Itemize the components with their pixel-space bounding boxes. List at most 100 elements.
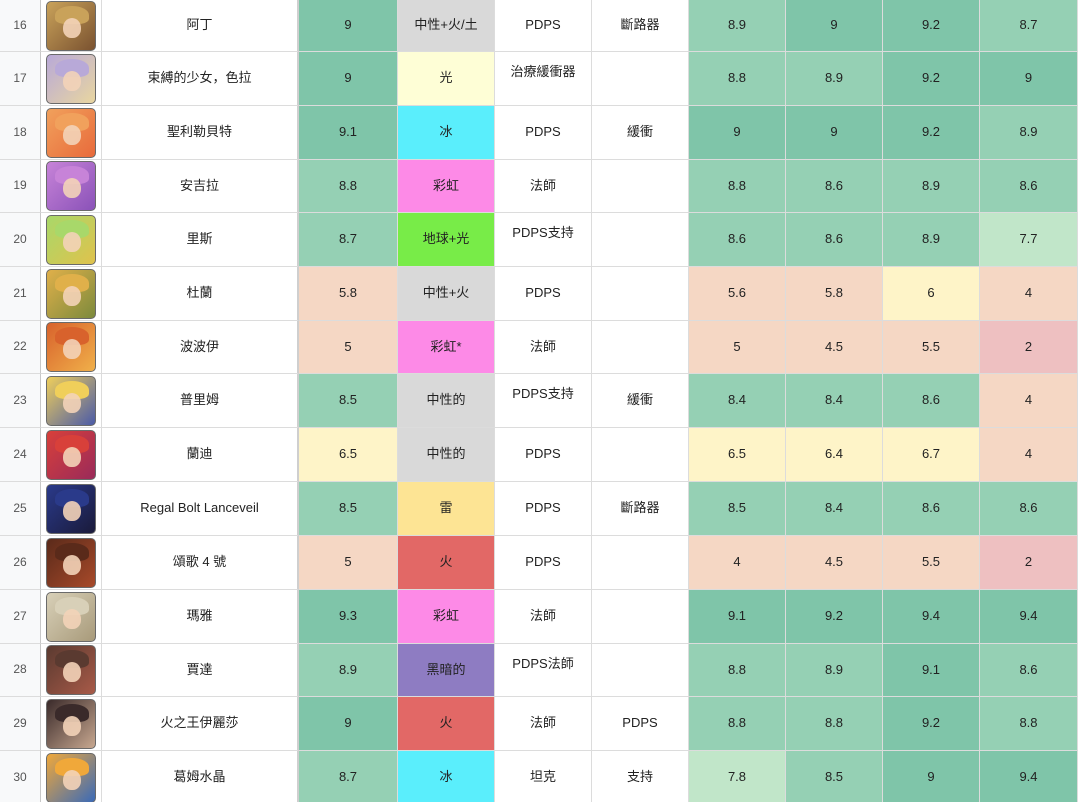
character-name-cell[interactable]: 束縛的少女，色拉 — [102, 52, 299, 106]
character-name-cell[interactable]: 瑪雅 — [102, 590, 299, 644]
score-cell-4[interactable]: 8.6 — [980, 160, 1078, 213]
score-cell-2[interactable]: 9 — [786, 0, 883, 52]
score-cell-1[interactable]: 9.1 — [689, 590, 786, 644]
score-cell-3[interactable]: 9 — [883, 751, 980, 802]
element-cell[interactable]: 火 — [398, 697, 495, 751]
role-cell[interactable]: PDPS — [495, 267, 592, 321]
score-cell-2[interactable]: 9 — [786, 106, 883, 160]
subrole-cell[interactable] — [592, 160, 689, 213]
score-cell-3[interactable]: 9.2 — [883, 0, 980, 52]
subrole-cell[interactable]: PDPS — [592, 697, 689, 751]
element-cell[interactable]: 光 — [398, 52, 495, 106]
element-cell[interactable]: 地球+光 — [398, 213, 495, 267]
overall-score-cell[interactable]: 9 — [299, 52, 398, 106]
role-cell[interactable]: PDPS支持 — [495, 213, 592, 267]
character-name-cell[interactable]: 頌歌 4 號 — [102, 536, 299, 590]
element-cell[interactable]: 中性+火 — [398, 267, 495, 321]
overall-score-cell[interactable]: 6.5 — [299, 428, 398, 482]
overall-score-cell[interactable]: 9 — [299, 0, 398, 52]
score-cell-2[interactable]: 9.2 — [786, 590, 883, 644]
score-cell-2[interactable]: 8.9 — [786, 52, 883, 106]
subrole-cell[interactable]: 支持 — [592, 751, 689, 802]
score-cell-1[interactable]: 8.8 — [689, 160, 786, 213]
score-cell-1[interactable]: 4 — [689, 536, 786, 590]
score-cell-1[interactable]: 8.6 — [689, 213, 786, 267]
score-cell-3[interactable]: 8.9 — [883, 213, 980, 267]
subrole-cell[interactable] — [592, 213, 689, 267]
subrole-cell[interactable] — [592, 590, 689, 644]
role-cell[interactable]: PDPS — [495, 536, 592, 590]
score-cell-4[interactable]: 8.8 — [980, 697, 1078, 751]
score-cell-1[interactable]: 5 — [689, 321, 786, 374]
overall-score-cell[interactable]: 8.5 — [299, 482, 398, 536]
score-cell-2[interactable]: 8.4 — [786, 482, 883, 536]
score-cell-4[interactable]: 4 — [980, 428, 1078, 482]
score-cell-3[interactable]: 8.9 — [883, 160, 980, 213]
overall-score-cell[interactable]: 9.1 — [299, 106, 398, 160]
role-cell[interactable]: PDPS支持 — [495, 374, 592, 428]
score-cell-3[interactable]: 6 — [883, 267, 980, 321]
score-cell-3[interactable]: 8.6 — [883, 374, 980, 428]
score-cell-2[interactable]: 6.4 — [786, 428, 883, 482]
subrole-cell[interactable] — [592, 428, 689, 482]
score-cell-3[interactable]: 9.2 — [883, 697, 980, 751]
overall-score-cell[interactable]: 8.5 — [299, 374, 398, 428]
subrole-cell[interactable]: 緩衝 — [592, 374, 689, 428]
score-cell-1[interactable]: 8.9 — [689, 0, 786, 52]
character-name-cell[interactable]: 里斯 — [102, 213, 299, 267]
score-cell-1[interactable]: 6.5 — [689, 428, 786, 482]
subrole-cell[interactable] — [592, 52, 689, 106]
overall-score-cell[interactable]: 8.7 — [299, 751, 398, 802]
subrole-cell[interactable]: 斷路器 — [592, 482, 689, 536]
element-cell[interactable]: 中性的 — [398, 428, 495, 482]
overall-score-cell[interactable]: 8.8 — [299, 160, 398, 213]
role-cell[interactable]: 法師 — [495, 590, 592, 644]
element-cell[interactable]: 中性+火/土 — [398, 0, 495, 52]
overall-score-cell[interactable]: 5 — [299, 321, 398, 374]
score-cell-3[interactable]: 5.5 — [883, 536, 980, 590]
score-cell-1[interactable]: 8.4 — [689, 374, 786, 428]
score-cell-3[interactable]: 9.2 — [883, 106, 980, 160]
character-name-cell[interactable]: 阿丁 — [102, 0, 299, 52]
score-cell-2[interactable]: 4.5 — [786, 536, 883, 590]
score-cell-2[interactable]: 8.9 — [786, 644, 883, 697]
element-cell[interactable]: 彩虹* — [398, 321, 495, 374]
score-cell-4[interactable]: 8.7 — [980, 0, 1078, 52]
role-cell[interactable]: 治療緩衝器 — [495, 52, 592, 106]
score-cell-2[interactable]: 8.8 — [786, 697, 883, 751]
subrole-cell[interactable] — [592, 267, 689, 321]
role-cell[interactable]: 坦克 — [495, 751, 592, 802]
subrole-cell[interactable] — [592, 644, 689, 697]
score-cell-4[interactable]: 4 — [980, 374, 1078, 428]
score-cell-2[interactable]: 8.5 — [786, 751, 883, 802]
score-cell-4[interactable]: 8.6 — [980, 644, 1078, 697]
element-cell[interactable]: 火 — [398, 536, 495, 590]
character-name-cell[interactable]: Regal Bolt Lanceveil — [102, 482, 299, 536]
subrole-cell[interactable] — [592, 536, 689, 590]
overall-score-cell[interactable]: 8.7 — [299, 213, 398, 267]
score-cell-1[interactable]: 8.5 — [689, 482, 786, 536]
element-cell[interactable]: 彩虹 — [398, 590, 495, 644]
character-name-cell[interactable]: 安吉拉 — [102, 160, 299, 213]
element-cell[interactable]: 彩虹 — [398, 160, 495, 213]
role-cell[interactable]: 法師 — [495, 697, 592, 751]
overall-score-cell[interactable]: 5.8 — [299, 267, 398, 321]
overall-score-cell[interactable]: 8.9 — [299, 644, 398, 697]
score-cell-1[interactable]: 8.8 — [689, 52, 786, 106]
score-cell-4[interactable]: 2 — [980, 321, 1078, 374]
element-cell[interactable]: 黑暗的 — [398, 644, 495, 697]
role-cell[interactable]: 法師 — [495, 321, 592, 374]
score-cell-3[interactable]: 9.1 — [883, 644, 980, 697]
overall-score-cell[interactable]: 9.3 — [299, 590, 398, 644]
character-name-cell[interactable]: 火之王伊麗莎 — [102, 697, 299, 751]
element-cell[interactable]: 冰 — [398, 751, 495, 802]
score-cell-2[interactable]: 8.4 — [786, 374, 883, 428]
score-cell-4[interactable]: 9 — [980, 52, 1078, 106]
score-cell-2[interactable]: 4.5 — [786, 321, 883, 374]
role-cell[interactable]: PDPS — [495, 106, 592, 160]
character-name-cell[interactable]: 普里姆 — [102, 374, 299, 428]
overall-score-cell[interactable]: 9 — [299, 697, 398, 751]
subrole-cell[interactable] — [592, 321, 689, 374]
role-cell[interactable]: PDPS法師 — [495, 644, 592, 697]
role-cell[interactable]: PDPS — [495, 428, 592, 482]
